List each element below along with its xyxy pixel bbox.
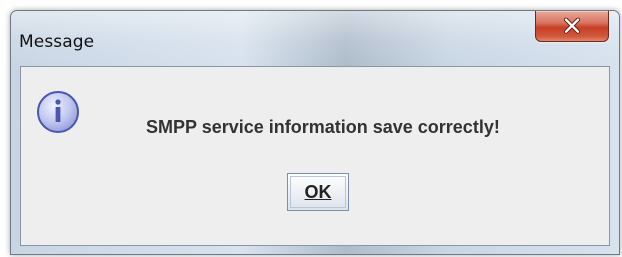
title-bar[interactable]: Message <box>11 11 619 65</box>
message-text: SMPP service information save correctly! <box>146 117 500 137</box>
window-title: Message <box>19 32 95 52</box>
message-dialog: Message SMPP service information save co… <box>10 10 620 255</box>
ok-button[interactable]: OK <box>287 173 349 211</box>
close-button[interactable] <box>535 11 609 42</box>
ok-button-label: OK <box>304 181 332 202</box>
dialog-content: SMPP service information save correctly!… <box>20 66 610 246</box>
info-icon <box>37 91 79 133</box>
close-icon <box>563 17 581 34</box>
